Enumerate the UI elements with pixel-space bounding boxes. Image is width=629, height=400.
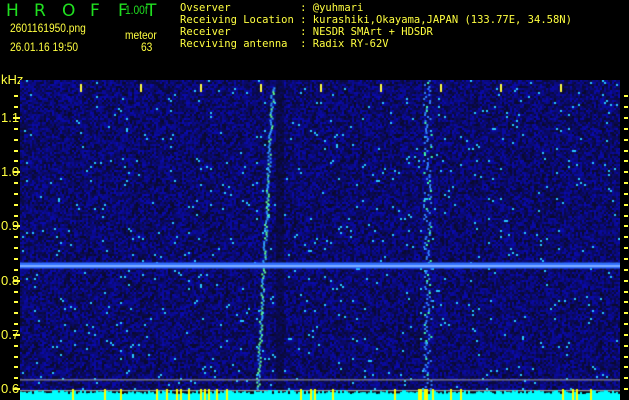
info-label: Recviving antenna <box>180 38 301 50</box>
station-info: Ovserver : @yuhmari Receiving Location : … <box>180 3 572 51</box>
y-axis-tick <box>14 312 18 315</box>
y-axis-tick <box>14 95 18 98</box>
right-axis-tick <box>624 290 628 293</box>
right-axis-tick <box>624 203 628 206</box>
right-axis-tick <box>624 149 628 152</box>
right-axis-tick <box>624 247 628 250</box>
y-axis-tick <box>14 214 18 217</box>
right-axis-tick <box>624 127 628 130</box>
y-axis-tick <box>14 149 18 152</box>
right-axis-tick <box>624 301 628 304</box>
y-axis-tick <box>13 225 20 228</box>
right-axis-tick <box>624 323 628 326</box>
right-axis-tick <box>624 344 628 347</box>
info-row: Recviving antenna : Radix RY-62V <box>180 39 572 51</box>
filename: 2601161950.png <box>10 21 86 35</box>
y-axis-tick <box>13 171 20 174</box>
info-value: : kurashiki,Okayama,JAPAN (133.77E, 34.5… <box>300 14 572 26</box>
info-label: Receiving Location <box>180 14 301 26</box>
spectrogram <box>20 80 620 400</box>
y-axis-tick <box>14 127 18 130</box>
right-axis-tick <box>624 95 628 98</box>
right-axis-tick <box>624 257 628 260</box>
info-label: Ovserver <box>180 2 301 14</box>
right-axis-tick <box>624 182 628 185</box>
y-axis-tick <box>14 182 18 185</box>
y-axis-tick <box>14 203 18 206</box>
right-axis-tick <box>624 268 628 271</box>
datetime: 26.01.16 19:50 <box>10 40 79 54</box>
y-axis-tick <box>14 366 18 369</box>
right-axis-tick <box>624 355 628 358</box>
y-axis-tick <box>14 377 18 380</box>
title-letter: R <box>34 1 46 21</box>
right-axis-tick <box>624 214 628 217</box>
info-label: Receiver <box>180 26 301 38</box>
title-letter: T <box>146 1 157 21</box>
y-axis-tick <box>14 192 18 195</box>
y-axis-tick <box>14 301 18 304</box>
version: 1.00f <box>125 3 148 17</box>
right-axis-tick <box>624 236 628 239</box>
right-axis-tick <box>624 160 628 163</box>
spectrogram-canvas <box>20 80 620 400</box>
meteor-count: 63 <box>141 40 153 54</box>
right-axis-tick <box>624 225 628 228</box>
right-axis-tick <box>624 366 628 369</box>
y-axis-tick <box>14 160 18 163</box>
y-axis-tick <box>13 279 20 282</box>
right-axis-tick <box>624 279 628 282</box>
y-axis-tick <box>14 247 18 250</box>
right-axis-tick <box>624 171 628 174</box>
right-axis-tick <box>624 116 628 119</box>
title-letter: H <box>6 1 19 21</box>
right-axis-tick <box>624 192 628 195</box>
y-axis-tick <box>14 290 18 293</box>
app-title: HROFFT <box>6 3 174 20</box>
y-axis-tick <box>14 323 18 326</box>
y-axis-tick <box>14 106 18 109</box>
y-axis-tick <box>14 257 18 260</box>
right-axis-tick <box>624 388 628 391</box>
y-axis-tick <box>14 236 18 239</box>
info-value: : NESDR SMArt + HDSDR <box>300 26 433 38</box>
y-axis-tick <box>13 388 20 391</box>
right-axis-tick <box>624 312 628 315</box>
right-axis-tick <box>624 333 628 336</box>
right-axis-tick <box>624 106 628 109</box>
y-axis-tick <box>14 344 18 347</box>
y-axis-tick <box>14 268 18 271</box>
y-axis-tick <box>14 138 18 141</box>
right-axis-tick <box>624 377 628 380</box>
y-axis-tick <box>13 116 20 119</box>
title-letter: O <box>62 1 76 21</box>
title-letter: F <box>90 1 100 21</box>
right-axis-tick <box>624 138 628 141</box>
info-value: : Radix RY-62V <box>300 38 389 50</box>
y-axis-tick <box>14 355 18 358</box>
y-axis-tick <box>13 333 20 336</box>
info-value: : @yuhmari <box>300 2 364 14</box>
